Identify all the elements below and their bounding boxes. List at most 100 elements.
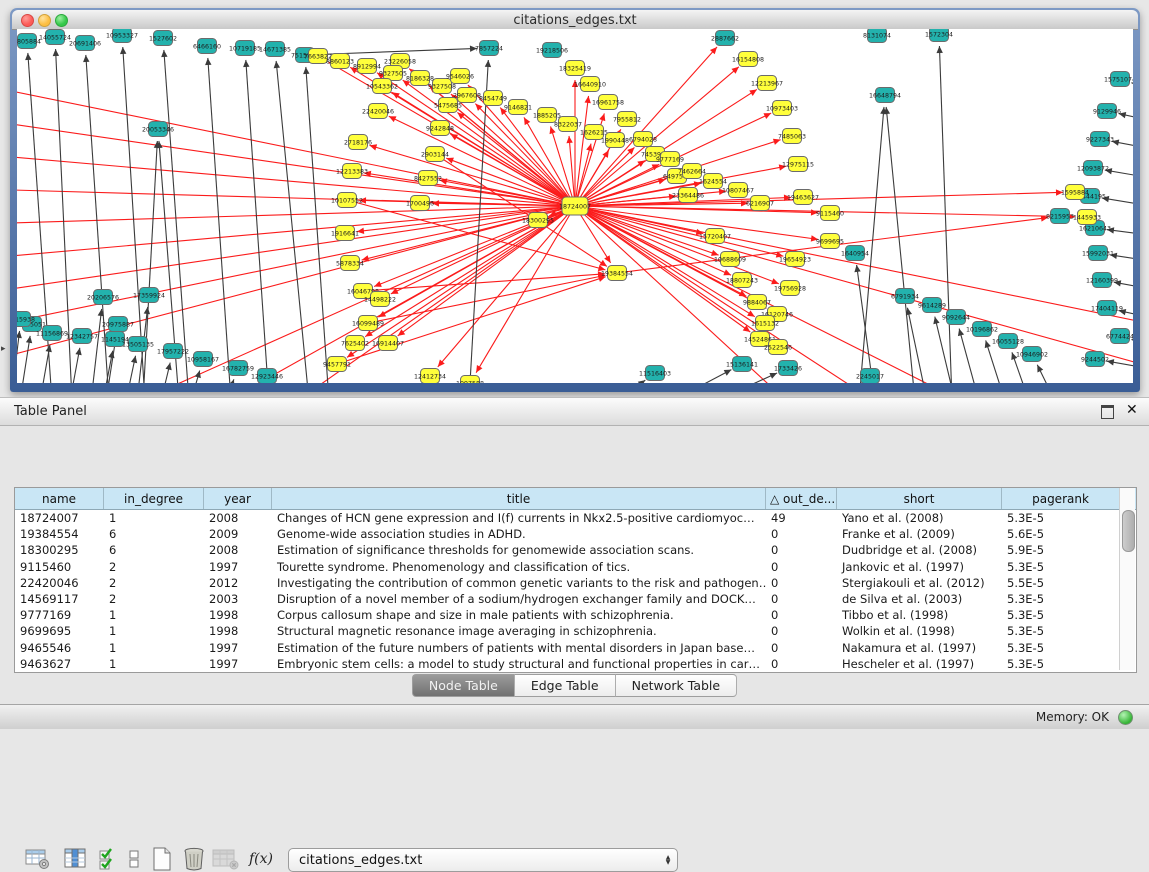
table-cell: 9115460	[15, 559, 104, 575]
graph-node-label: 23226058	[384, 58, 416, 65]
table-settings-icon[interactable]	[24, 846, 52, 872]
table-row[interactable]: 2242004622012Investigating the contribut…	[15, 575, 1136, 591]
graph-node-label: 1527602	[149, 35, 177, 42]
graph-node-label: 23364486	[672, 192, 704, 199]
window-titlebar[interactable]: citations_edges.txt	[12, 10, 1138, 30]
graph-node-label: 3915938	[17, 316, 35, 323]
graph-node-label: 9115460	[816, 210, 844, 217]
graph-node-label: 16914407	[372, 340, 404, 347]
table-row[interactable]: 977716911998Corpus callosum shape and si…	[15, 607, 1136, 623]
edge-arrowhead	[906, 308, 912, 316]
graph-node-label: 9805884	[17, 38, 41, 45]
graph-edge	[886, 107, 915, 383]
edge-arrowhead	[604, 255, 610, 263]
edge-arrowhead	[586, 144, 592, 152]
graph-node-label: 2967608	[453, 92, 481, 99]
graph-node-label: 10543362	[366, 83, 398, 90]
network-view[interactable]: 9805884140557242069140610953327152760264…	[17, 29, 1133, 383]
graph-node-label: 2245017	[856, 373, 884, 380]
column-header-short[interactable]: short	[837, 488, 1002, 509]
graph-node-label: 18325419	[559, 65, 591, 72]
delete-column-icon[interactable]	[180, 846, 208, 872]
table-cell: 1	[104, 623, 204, 639]
network-canvas[interactable]: 9805884140557242069140610953327152760264…	[17, 29, 1133, 383]
graph-edge	[907, 308, 927, 383]
panel-collapse-arrow-icon[interactable]: ▸	[1, 344, 6, 354]
tab-node-table[interactable]: Node Table	[412, 674, 515, 697]
table-row[interactable]: 1830029562008Estimation of significance …	[15, 542, 1136, 558]
graph-node-label: 9327505	[379, 70, 407, 77]
graph-edge	[20, 336, 30, 383]
graph-node-label: 12342757	[66, 333, 98, 340]
graph-edge	[1132, 339, 1133, 347]
graph-node-label: 9777169	[656, 156, 684, 163]
table-cell: 1	[104, 607, 204, 623]
graph-node-label: 2887662	[711, 35, 739, 42]
graph-node-label: 1700496	[406, 200, 434, 207]
graph-edge	[17, 189, 575, 206]
graph-node-label: 5878334	[336, 260, 364, 267]
graph-node-label: 1097588	[456, 380, 484, 383]
show-columns-icon[interactable]	[62, 846, 90, 872]
graph-edge	[306, 67, 329, 383]
table-row[interactable]: 969969511998Structural magnetic resonanc…	[15, 623, 1136, 639]
graph-node-label: 14498222	[364, 296, 396, 303]
table-cell: 19384554	[15, 526, 104, 542]
graph-node-label: 10946902	[1016, 351, 1048, 358]
column-header-title[interactable]: title	[272, 488, 766, 509]
column-header-year[interactable]: year	[204, 488, 272, 509]
column-header-name[interactable]: name	[15, 488, 104, 509]
column-header-pagerank[interactable]: pagerank	[1002, 488, 1120, 509]
tab-network-table[interactable]: Network Table	[616, 674, 738, 697]
column-header-out_de[interactable]: △ out_de...	[766, 488, 837, 509]
float-panel-icon[interactable]	[1101, 405, 1114, 419]
table-selector-value: citations_edges.txt	[289, 853, 659, 868]
window-title: citations_edges.txt	[12, 13, 1138, 28]
table-selector-dropdown[interactable]: citations_edges.txt ▲▼	[288, 848, 678, 872]
create-column-icon[interactable]	[148, 846, 176, 872]
table-cell: 0	[766, 542, 837, 558]
table-cell: 6	[104, 542, 204, 558]
scrollbar-thumb[interactable]	[1122, 510, 1135, 552]
graph-edge	[276, 61, 309, 383]
edge-arrowhead	[599, 113, 605, 121]
table-cell: 5.3E-5	[1002, 559, 1120, 575]
graph-node-label: 22420046	[362, 108, 394, 115]
table-cell: 5.9E-5	[1002, 542, 1120, 558]
function-builder-icon[interactable]: f(x)	[247, 846, 275, 872]
table-row[interactable]: 1456911722003Disruption of a novel membe…	[15, 591, 1136, 607]
table-row[interactable]: 1938455462009Genome-wide association stu…	[15, 526, 1136, 542]
edge-arrowhead	[347, 351, 355, 358]
edge-arrowhead	[566, 136, 572, 143]
graph-node-label: 9327508	[428, 83, 456, 90]
edge-arrowhead	[599, 260, 607, 267]
table-row[interactable]: 946554611997Estimation of the future num…	[15, 640, 1136, 656]
table-cell: Stergiakouli et al. (2012)	[837, 575, 1002, 591]
table-cell: 5.3E-5	[1002, 510, 1120, 526]
table-scrollbar[interactable]	[1119, 488, 1135, 670]
graph-node-label: 19756928	[774, 285, 806, 292]
table-cell: 14569117	[15, 591, 104, 607]
table-row[interactable]: 911546021997Tourette syndrome. Phenomeno…	[15, 559, 1136, 575]
edge-arrowhead	[274, 61, 280, 68]
graph-node-label: 14671385	[259, 46, 291, 53]
graph-node-label: 16648794	[869, 92, 901, 99]
graph-edge	[672, 370, 731, 383]
select-columns-icon[interactable]	[95, 846, 123, 872]
table-row[interactable]: 946362711997Embryonic stem cells: a mode…	[15, 656, 1136, 672]
graph-edge	[575, 206, 783, 256]
table-cell: 9463627	[15, 656, 104, 672]
edge-arrowhead	[854, 265, 860, 272]
close-panel-icon[interactable]: ✕	[1126, 402, 1138, 418]
table-cell: 5.5E-5	[1002, 575, 1120, 591]
table-cell: 2	[104, 591, 204, 607]
table-cell: 2008	[204, 510, 272, 526]
table-row[interactable]: 1872400712008Changes of HCN gene express…	[15, 510, 1136, 526]
table-cell: Dudbridge et al. (2008)	[837, 542, 1002, 558]
graph-node-label: 15136141	[726, 361, 758, 368]
column-header-in_degree[interactable]: in_degree	[104, 488, 204, 509]
graph-node-label: 19218506	[536, 47, 568, 54]
tab-edge-table[interactable]: Edge Table	[515, 674, 616, 697]
graph-node-label: 15992031	[1082, 250, 1114, 257]
row-height-icon[interactable]	[120, 846, 148, 872]
